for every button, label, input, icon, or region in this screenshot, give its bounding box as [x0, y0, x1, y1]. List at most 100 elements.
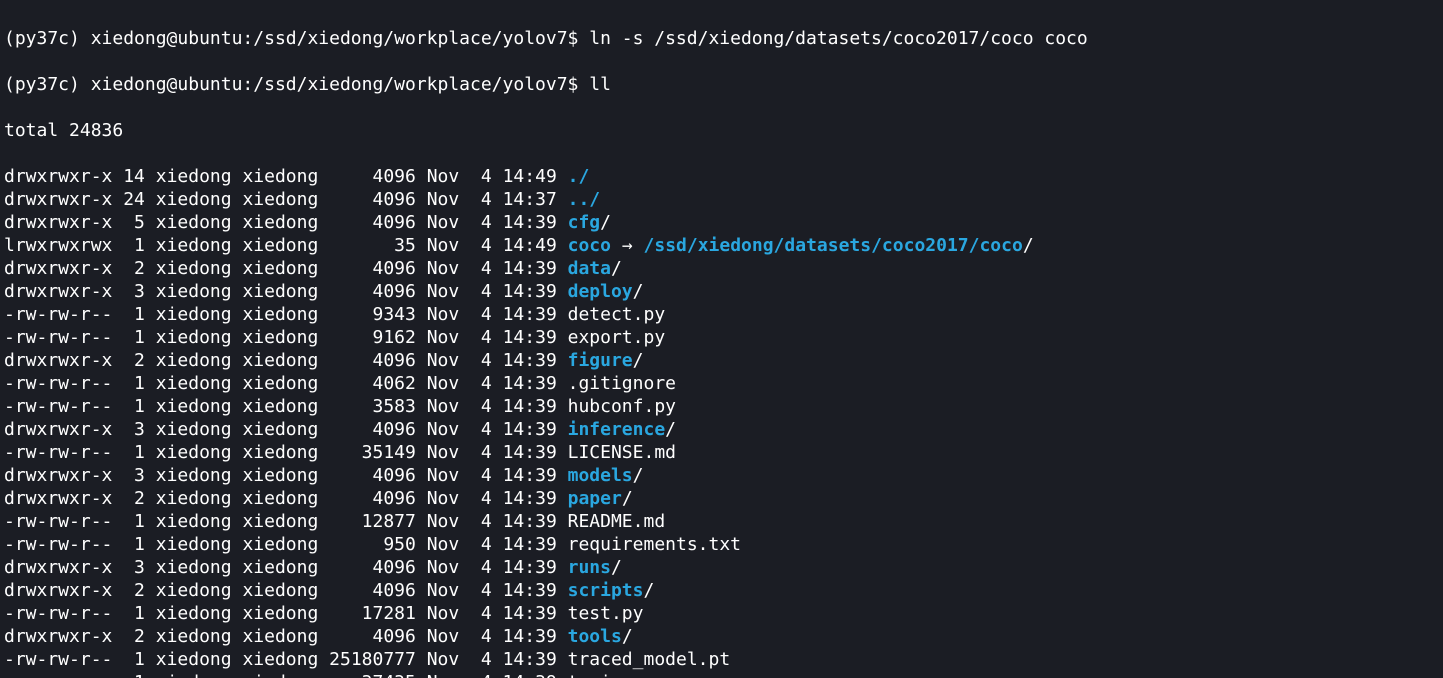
listing-row: drwxrwxr-x 3 xiedong xiedong 4096 Nov 4 … — [4, 556, 1439, 579]
day: 4 — [470, 442, 492, 463]
group: xiedong — [242, 557, 318, 578]
size: 17281 — [329, 603, 416, 624]
month: Nov — [427, 189, 460, 210]
slash: / — [622, 488, 633, 509]
month: Nov — [427, 396, 460, 417]
mode: -rw-rw-r-- — [4, 649, 112, 670]
listing-row: drwxrwxr-x 5 xiedong xiedong 4096 Nov 4 … — [4, 211, 1439, 234]
mode: -rw-rw-r-- — [4, 534, 112, 555]
owner: xiedong — [156, 189, 232, 210]
day: 4 — [470, 212, 492, 233]
size: 4096 — [329, 166, 416, 187]
day: 4 — [470, 189, 492, 210]
group: xiedong — [242, 580, 318, 601]
size: 35 — [329, 235, 416, 256]
listing-row: drwxrwxr-x 2 xiedong xiedong 4096 Nov 4 … — [4, 579, 1439, 602]
listing-row: -rw-rw-r-- 1 xiedong xiedong 25180777 No… — [4, 648, 1439, 671]
file-name: README.md — [568, 511, 666, 532]
mode: -rw-rw-r-- — [4, 327, 112, 348]
nlinks: 1 — [123, 649, 145, 670]
day: 4 — [470, 235, 492, 256]
nlinks: 2 — [123, 626, 145, 647]
listing-row: drwxrwxr-x 24 xiedong xiedong 4096 Nov 4… — [4, 188, 1439, 211]
owner: xiedong — [156, 373, 232, 394]
owner: xiedong — [156, 488, 232, 509]
group: xiedong — [242, 419, 318, 440]
mode: drwxrwxr-x — [4, 212, 112, 233]
mode: -rw-rw-r-- — [4, 672, 112, 678]
time: 14:39 — [503, 672, 557, 678]
nlinks: 1 — [123, 442, 145, 463]
owner: xiedong — [156, 212, 232, 233]
nlinks: 3 — [123, 557, 145, 578]
day: 4 — [470, 258, 492, 279]
group: xiedong — [242, 350, 318, 371]
command-line-2: (py37c) xiedong@ubuntu:/ssd/xiedong/work… — [4, 73, 1439, 96]
nlinks: 1 — [123, 304, 145, 325]
mode: -rw-rw-r-- — [4, 396, 112, 417]
owner: xiedong — [156, 258, 232, 279]
month: Nov — [427, 672, 460, 678]
listing-row: drwxrwxr-x 3 xiedong xiedong 4096 Nov 4 … — [4, 280, 1439, 303]
owner: xiedong — [156, 626, 232, 647]
size: 4096 — [329, 281, 416, 302]
terminal-output[interactable]: (py37c) xiedong@ubuntu:/ssd/xiedong/work… — [0, 0, 1443, 678]
day: 4 — [470, 511, 492, 532]
mode: drwxrwxr-x — [4, 419, 112, 440]
prompt-symbol: $ — [568, 28, 579, 49]
size: 4096 — [329, 580, 416, 601]
mode: drwxrwxr-x — [4, 465, 112, 486]
nlinks: 2 — [123, 258, 145, 279]
cwd-path: /ssd/xiedong/workplace/yolov7 — [253, 74, 567, 95]
listing-row: drwxrwxr-x 2 xiedong xiedong 4096 Nov 4 … — [4, 487, 1439, 510]
group: xiedong — [242, 465, 318, 486]
mode: -rw-rw-r-- — [4, 304, 112, 325]
month: Nov — [427, 327, 460, 348]
arrow-icon: → — [622, 235, 633, 256]
file-name: traced_model.pt — [568, 649, 731, 670]
user-host: xiedong@ubuntu — [91, 74, 243, 95]
group: xiedong — [242, 649, 318, 670]
time: 14:39 — [503, 327, 557, 348]
group: xiedong — [242, 281, 318, 302]
nlinks: 1 — [123, 373, 145, 394]
group: xiedong — [242, 166, 318, 187]
size: 9162 — [329, 327, 416, 348]
size: 3583 — [329, 396, 416, 417]
owner: xiedong — [156, 396, 232, 417]
month: Nov — [427, 649, 460, 670]
owner: xiedong — [156, 281, 232, 302]
month: Nov — [427, 442, 460, 463]
mode: drwxrwxr-x — [4, 557, 112, 578]
time: 14:39 — [503, 419, 557, 440]
day: 4 — [470, 557, 492, 578]
venv-label: (py37c) — [4, 28, 91, 49]
mode: drwxrwxr-x — [4, 626, 112, 647]
file-name: .gitignore — [568, 373, 676, 394]
month: Nov — [427, 350, 460, 371]
nlinks: 14 — [123, 166, 145, 187]
mode: drwxrwxr-x — [4, 189, 112, 210]
file-name: train_aux.py — [568, 672, 698, 678]
mode: drwxrwxr-x — [4, 166, 112, 187]
dir-name: deploy — [568, 281, 633, 302]
mode: -rw-rw-r-- — [4, 511, 112, 532]
size: 37435 — [329, 672, 416, 678]
size: 4096 — [329, 626, 416, 647]
colon: : — [242, 74, 253, 95]
dir-name: paper — [568, 488, 622, 509]
time: 14:39 — [503, 350, 557, 371]
group: xiedong — [242, 212, 318, 233]
group: xiedong — [242, 327, 318, 348]
time: 14:39 — [503, 396, 557, 417]
month: Nov — [427, 304, 460, 325]
day: 4 — [470, 534, 492, 555]
day: 4 — [470, 603, 492, 624]
nlinks: 3 — [123, 419, 145, 440]
venv-label: (py37c) — [4, 74, 91, 95]
group: xiedong — [242, 373, 318, 394]
mode: -rw-rw-r-- — [4, 603, 112, 624]
time: 14:39 — [503, 465, 557, 486]
listing-row: drwxrwxr-x 3 xiedong xiedong 4096 Nov 4 … — [4, 464, 1439, 487]
group: xiedong — [242, 442, 318, 463]
